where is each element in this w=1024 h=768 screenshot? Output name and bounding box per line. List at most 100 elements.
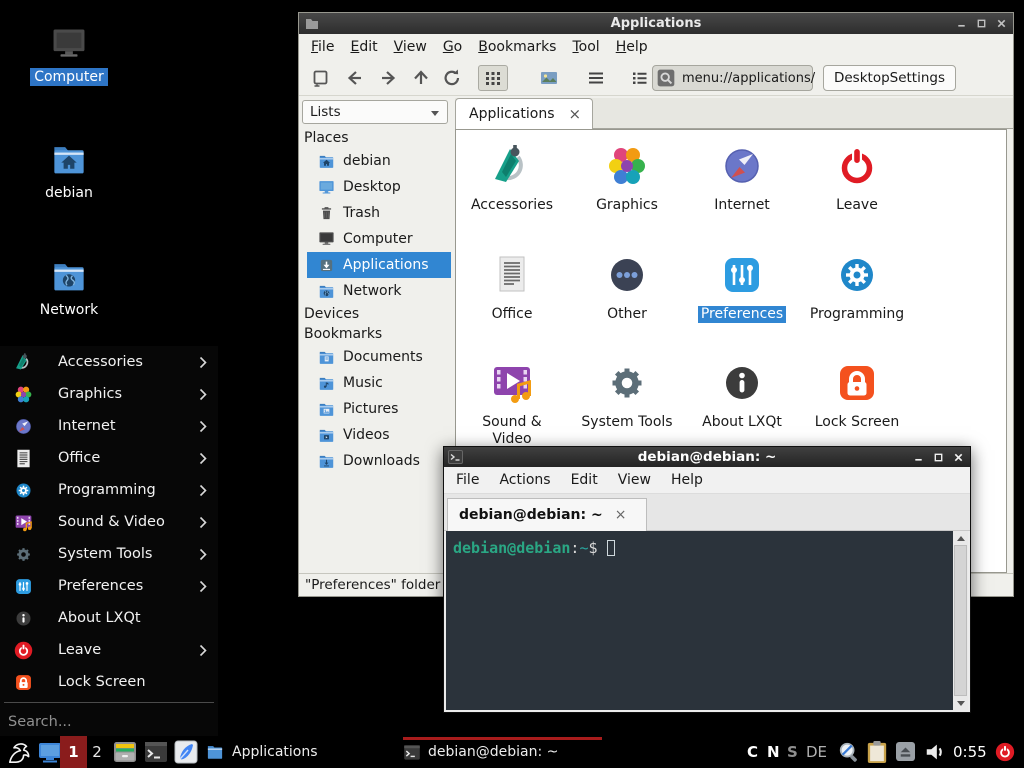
app-category-internet[interactable]: Internet [686, 142, 798, 214]
up-icon[interactable] [411, 68, 431, 88]
volume-tray-icon[interactable] [924, 741, 946, 763]
menu-go[interactable]: Go [435, 37, 470, 57]
screenshot-tray-icon[interactable] [838, 741, 860, 763]
forward-icon[interactable] [378, 68, 398, 88]
start-menu-item-system-tools[interactable]: System Tools [0, 538, 218, 570]
app-category-programming[interactable]: Programming [801, 251, 913, 323]
start-menu-item-label: Graphics [58, 386, 122, 402]
maximize-button[interactable] [976, 18, 987, 29]
menu-view[interactable]: View [608, 470, 661, 490]
sidebar-item-desktop[interactable]: Desktop [299, 174, 451, 200]
tab-close-icon[interactable]: × [569, 105, 582, 123]
desktop-pager-1[interactable]: 1 [60, 736, 87, 768]
menu-edit[interactable]: Edit [561, 470, 608, 490]
menu-help[interactable]: Help [608, 37, 656, 57]
scroll-up-icon[interactable] [953, 531, 968, 545]
desktop-pager-2[interactable]: 2 [87, 736, 107, 768]
fm-titlebar[interactable]: Applications [299, 13, 1013, 34]
terminal-titlebar[interactable]: debian@debian: ~ [444, 447, 970, 467]
eject-tray-icon[interactable] [896, 742, 915, 761]
file-manager-launcher[interactable] [113, 740, 137, 764]
desktop-icon-computer[interactable]: Computer [0, 28, 138, 86]
menu-tool[interactable]: Tool [564, 37, 607, 57]
app-category-accessories[interactable]: Accessories [456, 142, 568, 214]
start-menu-item-programming[interactable]: Programming [0, 474, 218, 506]
sidebar-item-debian[interactable]: debian [299, 148, 451, 174]
clipboard-tray-icon[interactable] [866, 740, 888, 764]
app-category-label: Graphics [571, 197, 683, 214]
scrollbar-thumb[interactable] [954, 545, 967, 696]
start-menu-item-graphics[interactable]: Graphics [0, 378, 218, 410]
task-terminal[interactable]: debian@debian: ~ [403, 736, 602, 768]
trash-icon [318, 205, 335, 222]
terminal-launcher[interactable] [144, 740, 168, 764]
sidebar-item-applications[interactable]: Applications [307, 252, 451, 278]
clock[interactable]: 0:55 [953, 736, 987, 768]
featherpad-launcher[interactable] [174, 740, 198, 764]
app-category-graphics[interactable]: Graphics [571, 142, 683, 214]
icon-view-button[interactable] [478, 65, 508, 91]
app-category-system-tools[interactable]: System Tools [571, 359, 683, 431]
power-button[interactable] [994, 741, 1016, 763]
app-category-other[interactable]: Other [571, 251, 683, 323]
sidebar-item-trash[interactable]: Trash [299, 200, 451, 226]
new-tab-icon[interactable] [311, 68, 331, 88]
start-menu-item-office[interactable]: Office [0, 442, 218, 474]
app-category-office[interactable]: Office [456, 251, 568, 323]
desktop-settings-button[interactable]: DesktopSettings [823, 65, 956, 91]
terminal-content[interactable]: debian@debian:~$ [446, 531, 968, 710]
sidebar-item-videos[interactable]: Videos [299, 422, 451, 448]
sidebar-item-music[interactable]: Music [299, 370, 451, 396]
sidebar-item-network[interactable]: Network [299, 278, 451, 304]
close-button[interactable] [996, 18, 1007, 29]
address-bar[interactable]: menu://applications/ [652, 65, 813, 91]
tab-close-icon[interactable]: × [615, 507, 627, 523]
task-applications[interactable]: Applications [205, 736, 401, 768]
menu-help[interactable]: Help [661, 470, 713, 490]
terminal-scrollbar[interactable] [953, 531, 968, 710]
start-menu-item-label: Sound & Video [58, 514, 165, 530]
app-category-sound-video[interactable]: Sound & Video [456, 359, 568, 448]
sidebar-item-downloads[interactable]: Downloads [299, 448, 451, 474]
maximize-button[interactable] [933, 452, 944, 463]
thumbnail-view-icon[interactable] [539, 68, 559, 88]
start-menu-item-about-lxqt[interactable]: About LXQt [0, 602, 218, 634]
start-menu-item-preferences[interactable]: Preferences [0, 570, 218, 602]
app-category-about-lxqt[interactable]: About LXQt [686, 359, 798, 431]
menu-edit[interactable]: Edit [342, 37, 385, 57]
show-desktop-button[interactable] [38, 740, 62, 764]
desktop-icon-network[interactable]: Network [0, 258, 138, 319]
keyboard-layout[interactable]: DE [806, 736, 827, 768]
desktop-icon-debian[interactable]: debian [0, 141, 138, 202]
sidebar-item-pictures[interactable]: Pictures [299, 396, 451, 422]
fm-tab-applications[interactable]: Applications × [455, 98, 593, 129]
preferences-icon [13, 576, 34, 597]
main-menu-button[interactable] [7, 739, 33, 765]
minimize-button[interactable] [956, 18, 967, 29]
menu-view[interactable]: View [386, 37, 435, 57]
app-category-leave[interactable]: Leave [801, 142, 913, 214]
reload-icon[interactable] [442, 68, 462, 88]
start-menu-item-lock-screen[interactable]: Lock Screen [0, 666, 218, 698]
start-menu-item-leave[interactable]: Leave [0, 634, 218, 666]
menu-file[interactable]: File [446, 470, 489, 490]
detailed-view-icon[interactable] [630, 68, 650, 88]
close-button[interactable] [953, 452, 964, 463]
compact-view-icon[interactable] [586, 68, 606, 88]
sidebar-item-documents[interactable]: Documents [299, 344, 451, 370]
menu-bookmarks[interactable]: Bookmarks [470, 37, 564, 57]
menu-file[interactable]: File [303, 37, 342, 57]
sidebar-mode-combo[interactable]: Lists [302, 100, 448, 124]
back-icon[interactable] [345, 68, 365, 88]
terminal-tab[interactable]: debian@debian: ~ × [447, 498, 647, 531]
app-category-preferences[interactable]: Preferences [686, 251, 798, 323]
start-menu-item-internet[interactable]: Internet [0, 410, 218, 442]
menu-actions[interactable]: Actions [489, 470, 560, 490]
start-menu-item-sound-video[interactable]: Sound & Video [0, 506, 218, 538]
start-menu-search-input[interactable] [8, 714, 208, 730]
sidebar-item-computer[interactable]: Computer [299, 226, 451, 252]
start-menu-item-accessories[interactable]: Accessories [0, 346, 218, 378]
minimize-button[interactable] [913, 452, 924, 463]
app-category-lock-screen[interactable]: Lock Screen [801, 359, 913, 431]
scroll-down-icon[interactable] [953, 696, 968, 710]
